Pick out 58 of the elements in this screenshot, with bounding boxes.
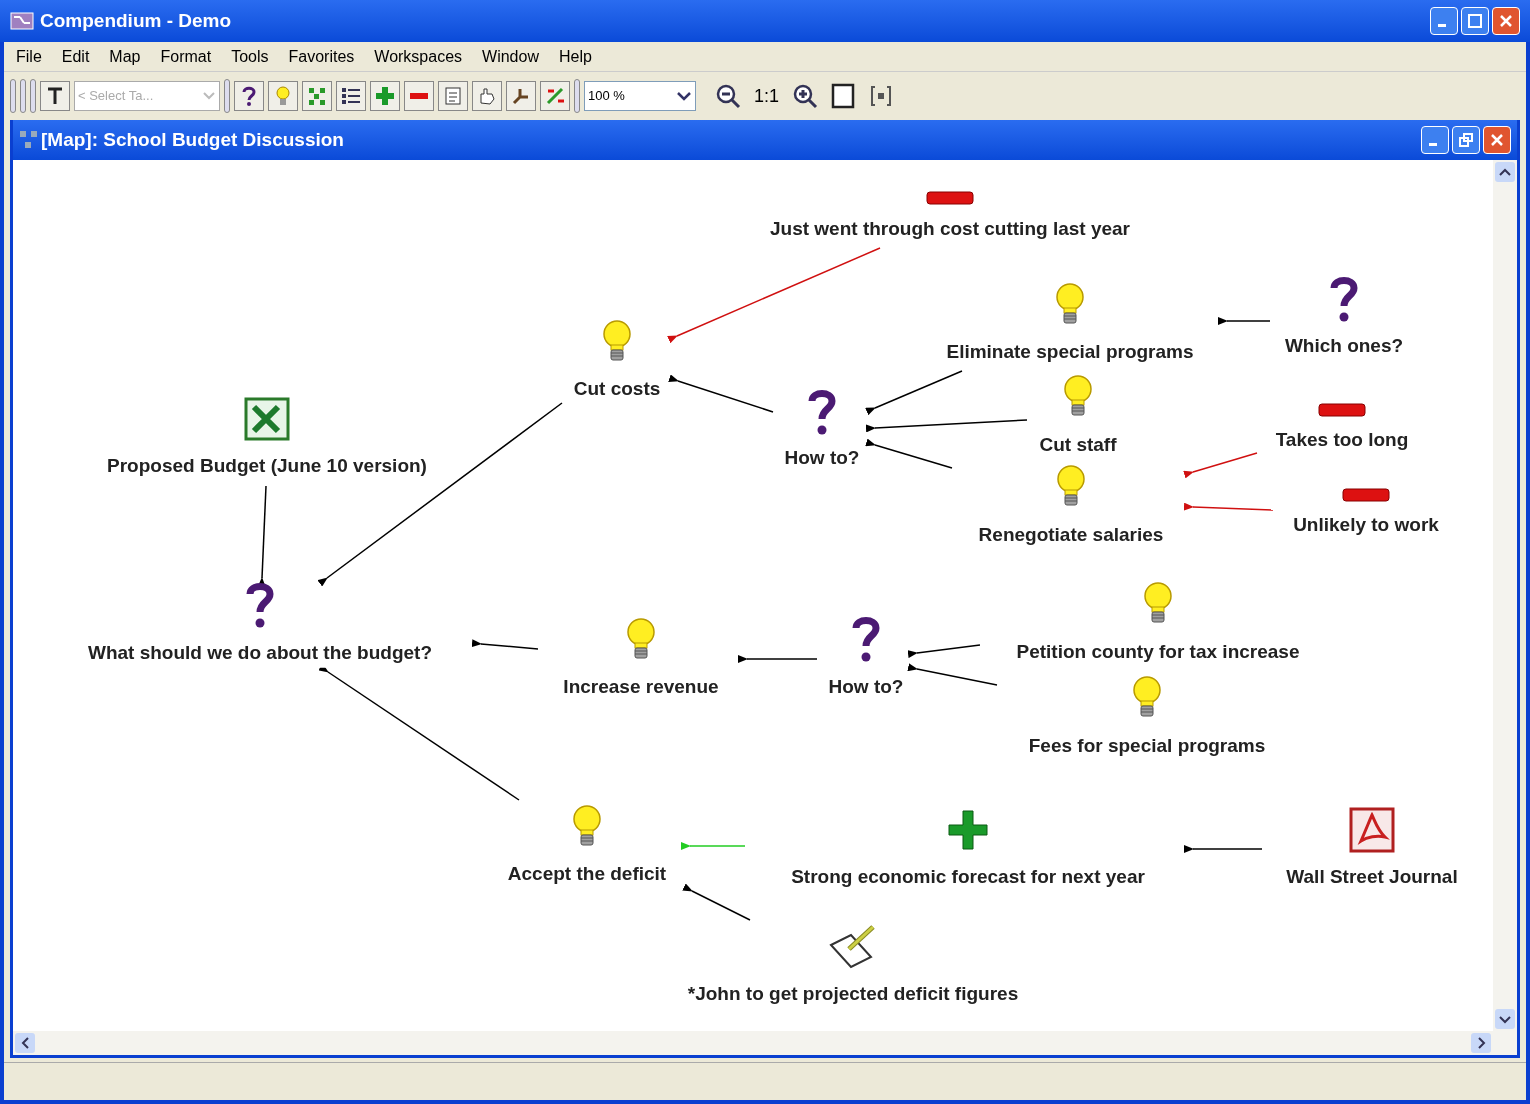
menu-item[interactable]: Workspaces	[374, 44, 463, 69]
spreadsheet-icon	[244, 397, 290, 441]
app-icon	[10, 11, 34, 31]
minimize-icon	[1429, 142, 1437, 146]
maximize-icon	[1468, 14, 1482, 28]
question-mark-icon	[244, 582, 276, 630]
chevron-up-icon[interactable]	[1495, 162, 1515, 182]
toolbar-grip[interactable]	[224, 79, 230, 113]
minimize-button[interactable]	[1430, 7, 1458, 35]
minus-icon	[1318, 403, 1366, 417]
list-icon[interactable]	[336, 81, 366, 111]
toolbar-grip[interactable]	[20, 79, 26, 113]
menu-item[interactable]: File	[16, 44, 42, 69]
close-icon	[1490, 133, 1504, 147]
question-mark-icon[interactable]	[234, 81, 264, 111]
zoom-in-icon[interactable]	[791, 82, 820, 110]
map-icon	[19, 130, 39, 150]
text-icon[interactable]	[40, 81, 70, 111]
window-title: Compendium - Demo	[40, 8, 232, 33]
map-title: [Map]: School Budget Discussion	[41, 127, 344, 152]
menu-item[interactable]: Favorites	[288, 44, 355, 69]
menu-item[interactable]: Map	[109, 44, 141, 69]
zoom-out-icon[interactable]	[714, 82, 742, 110]
menu-item[interactable]: Window	[482, 44, 539, 69]
toolbar-grip[interactable]	[574, 79, 580, 113]
close-button[interactable]	[1483, 126, 1511, 154]
close-button[interactable]	[1492, 7, 1520, 35]
vertical-scrollbar[interactable]	[1493, 160, 1517, 1031]
menu-item[interactable]: Edit	[61, 44, 90, 69]
zoom-select[interactable]: 100 %	[584, 81, 696, 111]
chevron-right-icon[interactable]	[1471, 1033, 1491, 1053]
toolbar-grip[interactable]	[30, 79, 36, 113]
minus-icon	[1342, 488, 1390, 502]
document-icon[interactable]	[438, 81, 468, 111]
restore-button[interactable]	[1452, 126, 1480, 154]
toolbar-grip[interactable]	[10, 79, 16, 113]
chevron-down-icon	[202, 91, 216, 101]
minus-icon[interactable]	[404, 81, 434, 111]
horizontal-scrollbar[interactable]	[13, 1031, 1517, 1055]
question-mark-icon	[850, 616, 882, 664]
maximize-button[interactable]	[1461, 7, 1489, 35]
menu-item[interactable]: Help	[558, 44, 592, 69]
close-icon	[1499, 14, 1513, 28]
minimize-button[interactable]	[1421, 126, 1449, 154]
plus-icon	[947, 809, 989, 851]
menu-item[interactable]: Format	[160, 44, 212, 69]
chevron-down-icon[interactable]	[1495, 1009, 1515, 1029]
menu-item[interactable]: Tools	[231, 44, 269, 69]
minimize-icon	[1438, 23, 1446, 27]
chevron-left-icon[interactable]	[15, 1033, 35, 1053]
hand-icon[interactable]	[472, 81, 502, 111]
chevron-down-icon	[676, 90, 692, 102]
pdf-document-icon	[1349, 807, 1395, 853]
restore-icon	[1459, 133, 1473, 147]
minus-icon	[926, 191, 974, 205]
question-mark-icon	[1328, 276, 1360, 324]
actual-size-button[interactable]: 1:1	[746, 82, 788, 110]
question-mark-icon	[806, 389, 838, 437]
